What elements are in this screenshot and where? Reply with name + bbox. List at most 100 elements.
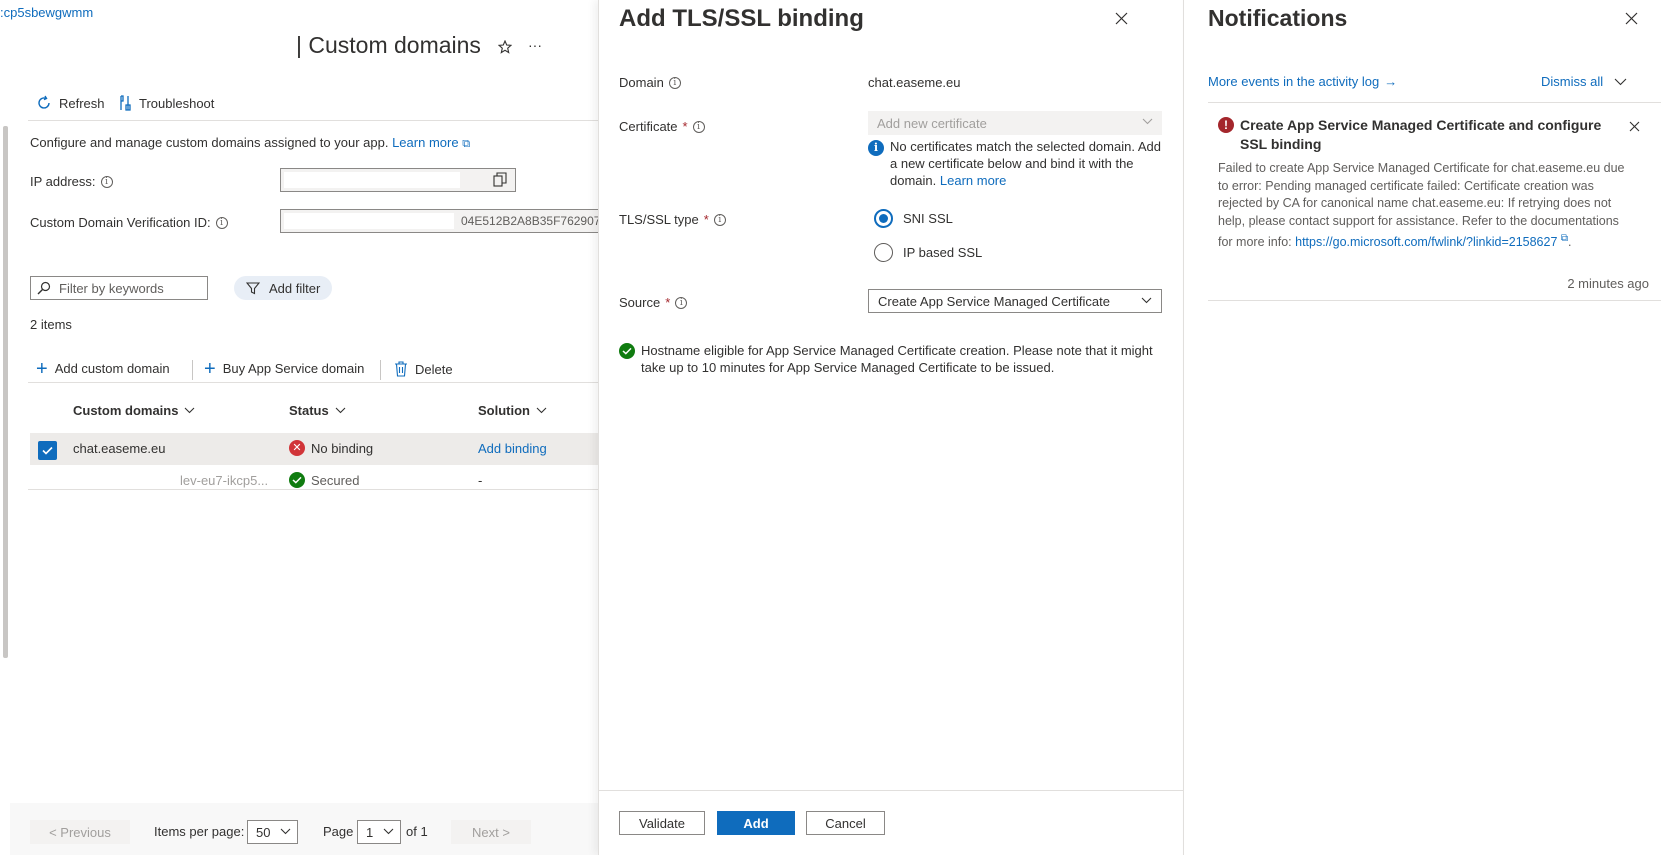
previous-page-button[interactable]: < Previous [30, 820, 130, 844]
fwlink-link[interactable]: https://go.microsoft.com/fwlink/?linkid=… [1295, 233, 1569, 249]
eligible-text: Hostname eligible for App Service Manage… [641, 343, 1153, 375]
breadcrumb[interactable]: :cp5sbewgwmm [0, 5, 93, 20]
filter-icon [246, 282, 260, 295]
items-count: 2 items [30, 317, 72, 332]
info-icon[interactable]: i [215, 216, 228, 229]
add-filter-button[interactable]: Add filter [234, 276, 332, 300]
learn-more-link[interactable]: Learn more [940, 173, 1006, 188]
activity-log-link[interactable]: More events in the activity log → [1208, 74, 1397, 89]
filter-placeholder: Filter by keywords [59, 280, 164, 296]
troubleshoot-button[interactable]: Troubleshoot [118, 95, 214, 111]
filter-input[interactable]: Filter by keywords [30, 276, 208, 300]
add-custom-domain-button[interactable]: + Add custom domain [36, 359, 170, 379]
close-icon[interactable] [1115, 12, 1128, 25]
source-select[interactable]: Create App Service Managed Certificate [868, 289, 1162, 313]
info-icon[interactable]: i [692, 120, 705, 133]
source-label: Source * i [619, 295, 688, 310]
no-certificate-text: No certificates match the selected domai… [890, 138, 1162, 189]
chevron-down-icon [280, 828, 291, 835]
scrollbar[interactable] [3, 126, 8, 658]
page-title: | Custom domains [296, 32, 481, 58]
message-text: No certificates match the selected domai… [890, 139, 1161, 188]
certificate-label: Certificate * i [619, 119, 705, 134]
info-icon[interactable]: i [668, 76, 681, 89]
info-icon[interactable]: i [713, 213, 726, 226]
required-mark: * [665, 295, 671, 310]
cancel-button[interactable]: Cancel [806, 811, 885, 835]
panel-title: Notifications [1208, 5, 1348, 31]
external-link-icon: ⧉ [462, 138, 471, 150]
certificate-placeholder: Add new certificate [877, 115, 987, 131]
arrow-right-icon: → [1384, 74, 1398, 89]
eligible-message: Hostname eligible for App Service Manage… [619, 342, 1164, 376]
verification-id-label: Custom Domain Verification ID: i [30, 215, 228, 230]
next-page-button[interactable]: Next > [451, 820, 531, 844]
error-icon: ! [1218, 117, 1234, 133]
radio-label: IP based SSL [903, 245, 983, 260]
required-mark: * [703, 212, 709, 227]
close-icon[interactable] [1625, 12, 1638, 25]
chevron-down-icon [1614, 78, 1627, 85]
notification-divider [1208, 300, 1661, 301]
sni-ssl-radio[interactable]: SNI SSL [874, 209, 953, 228]
add-custom-domain-label: Add custom domain [54, 361, 170, 376]
status-label: Secured [311, 472, 360, 488]
row-divider [28, 489, 606, 490]
command-bar-divider [28, 382, 606, 383]
radio-selected-icon [874, 209, 893, 228]
column-header-status[interactable]: Status [289, 403, 346, 418]
chevron-down-icon [185, 407, 195, 414]
add-tls-binding-blade: Add TLS/SSL binding Domain i chat.easeme… [598, 0, 1183, 855]
dismiss-notification-icon[interactable] [1629, 121, 1640, 132]
link-suffix: . [1568, 235, 1572, 250]
plus-icon: + [204, 357, 216, 380]
dismiss-all-label: Dismiss all [1541, 74, 1604, 89]
radio-unselected-icon [874, 243, 893, 262]
command-divider [380, 360, 381, 380]
column-label: Status [289, 403, 329, 418]
buy-domain-button[interactable]: + Buy App Service domain [204, 357, 364, 380]
info-icon[interactable]: i [675, 296, 688, 309]
chevron-down-icon [1142, 118, 1153, 125]
certificate-select[interactable]: Add new certificate [868, 111, 1162, 135]
ip-address-field[interactable] [280, 168, 516, 192]
delete-button[interactable]: Delete [394, 361, 453, 377]
more-icon[interactable]: ··· [528, 37, 542, 53]
custom-domains-blade: :cp5sbewgwmm | Custom domains ··· Refres… [0, 0, 606, 855]
notification-time: 2 minutes ago [1567, 276, 1649, 291]
learn-more-link[interactable]: Learn more ⧉ [392, 135, 470, 150]
page-count: of 1 [406, 824, 428, 839]
chevron-down-icon [536, 407, 547, 414]
dismiss-all-button[interactable]: Dismiss all [1541, 74, 1627, 89]
add-binding-link[interactable]: Add binding [478, 441, 547, 456]
verification-id-value: 04E512B2A8B35F762907 [461, 214, 601, 228]
items-per-page-select[interactable]: 50 [247, 820, 298, 844]
status-label: No binding [311, 440, 374, 456]
trash-icon [395, 361, 407, 377]
column-header-solution[interactable]: Solution [478, 403, 547, 418]
notifications-panel: Notifications More events in the activit… [1183, 0, 1661, 855]
ip-based-ssl-radio[interactable]: IP based SSL [874, 243, 982, 262]
info-circle-icon: i [868, 140, 884, 156]
no-certificate-message: i No certificates match the selected dom… [868, 138, 1162, 189]
row-checkbox[interactable] [38, 441, 57, 460]
add-button[interactable]: Add [717, 811, 795, 835]
redacted-value [284, 213, 454, 229]
external-link-icon: ⧉ [1560, 233, 1569, 244]
refresh-button[interactable]: Refresh [36, 95, 105, 111]
description: Configure and manage custom domains assi… [30, 135, 470, 151]
column-header-domain[interactable]: Custom domains [73, 403, 195, 418]
info-icon[interactable]: i [100, 175, 113, 188]
items-per-page-label: Items per page: [154, 824, 245, 839]
copy-icon[interactable] [485, 169, 515, 191]
page-select[interactable]: 1 [357, 820, 401, 844]
delete-label: Delete [415, 361, 453, 377]
star-icon[interactable] [498, 40, 512, 54]
redacted-value [284, 172, 460, 188]
chevron-down-icon [1141, 297, 1152, 304]
verification-id-field[interactable]: 04E512B2A8B35F762907 [280, 209, 606, 233]
refresh-icon [38, 95, 50, 109]
check-circle-icon [619, 343, 635, 359]
source-value: Create App Service Managed Certificate [878, 293, 1110, 309]
validate-button[interactable]: Validate [619, 811, 705, 835]
